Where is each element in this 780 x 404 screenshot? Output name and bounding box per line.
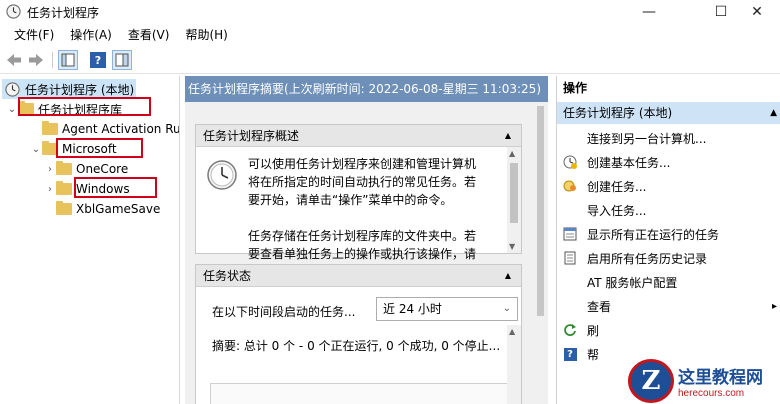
tree-item-xblgamesave[interactable]: XblGameSave xyxy=(44,199,160,219)
filter-label: 在以下时间段启动的任务... xyxy=(212,305,356,319)
collapse-icon[interactable]: ▲ xyxy=(501,129,515,143)
chevron-right-icon[interactable]: › xyxy=(44,164,56,175)
refresh-icon xyxy=(563,323,577,337)
chevron-right-icon[interactable]: › xyxy=(44,184,56,195)
tree-item-onecore[interactable]: › OneCore xyxy=(44,159,128,179)
action-view[interactable]: 查看 ▸ xyxy=(557,294,780,318)
highlight-box-windows xyxy=(74,177,157,198)
console-tree-icon[interactable] xyxy=(58,50,78,70)
status-scrollbar[interactable]: ▲ xyxy=(507,325,521,404)
toolbar-separator xyxy=(52,52,53,68)
forward-arrow-icon[interactable] xyxy=(26,50,46,70)
chevron-right-icon: ▸ xyxy=(771,300,777,312)
menu-view[interactable]: 查看(V) xyxy=(120,24,178,46)
window-title: 任务计划程序 xyxy=(27,6,100,20)
summary-pane: 任务计划程序摘要(上次刷新时间: 2022-06-08-星期三 11:03:25… xyxy=(185,76,548,404)
highlight-box-microsoft xyxy=(56,138,143,158)
clock-app-icon xyxy=(6,4,21,19)
action-refresh[interactable]: 刷 xyxy=(557,318,780,342)
overview-text: 可以使用任务计划程序来创建和管理计算机 将在所指定的时间自动执行的常见任务。若 … xyxy=(248,157,477,261)
overview-title[interactable]: 任务计划程序概述 ▲ xyxy=(196,125,521,147)
chevron-down-icon: ⌄ xyxy=(502,303,511,314)
tree-item-label: Agent Activation Runtime xyxy=(62,122,180,136)
watermark-url: herecours.com xyxy=(678,388,745,399)
folder-icon xyxy=(56,181,72,195)
folder-icon xyxy=(56,161,72,175)
scroll-thumb[interactable] xyxy=(537,106,544,316)
overview-scrollbar[interactable]: ▲ ▼ xyxy=(507,147,521,253)
actions-group-header[interactable]: 任务计划程序 (本地) ▲ xyxy=(557,102,780,124)
status-summary: 摘要: 总计 0 个 - 0 个正在运行, 0 个成功, 0 个停止... xyxy=(212,339,501,353)
toolbar: ? xyxy=(0,46,780,74)
action-pane-icon[interactable] xyxy=(112,50,132,70)
actions-title: 操作 xyxy=(557,76,780,100)
overview-section: 任务计划程序概述 ▲ 可以使用任务计划程序来创建和管理计算机 将在所指定的时间自… xyxy=(195,124,522,261)
action-connect[interactable]: 连接到另一台计算机... xyxy=(557,126,780,150)
title-bar: 任务计划程序 — ☐ ✕ xyxy=(0,0,780,24)
menu-bar: 文件(F) 操作(A) 查看(V) 帮助(H) xyxy=(0,24,780,46)
time-range-select[interactable]: 近 24 小时 ⌄ xyxy=(376,297,518,321)
close-button[interactable]: ✕ xyxy=(734,0,780,24)
watermark-name: 这里教程网 xyxy=(678,368,763,388)
summary-header: 任务计划程序摘要(上次刷新时间: 2022-06-08-星期三 11:03:25… xyxy=(185,76,548,102)
create-task-icon xyxy=(563,179,577,193)
action-enable-history[interactable]: 启用所有任务历史记录 xyxy=(557,246,780,270)
task-status-table xyxy=(210,383,510,404)
watermark-logo-icon: Z xyxy=(628,359,674,403)
folder-icon xyxy=(42,121,58,135)
task-status-section: 任务状态 ▲ 在以下时间段启动的任务... 近 24 小时 ⌄ 摘要: 总计 0… xyxy=(195,264,522,404)
back-arrow-icon[interactable] xyxy=(4,50,24,70)
collapse-icon[interactable]: ▲ xyxy=(501,269,515,283)
summary-scrollbar[interactable] xyxy=(533,102,548,404)
folder-icon xyxy=(56,201,72,215)
clock-icon xyxy=(5,81,20,97)
site-watermark: Z 这里教程网 herecours.com xyxy=(628,358,780,404)
console-tree: 任务计划程序 (本地) ⌄ 任务计划程序库 Agent Activation R… xyxy=(0,76,180,404)
menu-help[interactable]: 帮助(H) xyxy=(177,24,235,46)
help-icon[interactable]: ? xyxy=(88,50,108,70)
action-show-running[interactable]: 显示所有正在运行的任务 xyxy=(557,222,780,246)
action-at-service[interactable]: AT 服务帐户配置 xyxy=(557,270,780,294)
actions-pane: 操作 任务计划程序 (本地) ▲ 连接到另一台计算机... 创建基本任务... … xyxy=(556,76,780,404)
action-create-task[interactable]: 创建任务... xyxy=(557,174,780,198)
chevron-down-icon[interactable]: ⌄ xyxy=(6,104,18,115)
tree-item-label: XblGameSave xyxy=(76,202,161,216)
tree-item-agent[interactable]: Agent Activation Runtime xyxy=(30,119,180,139)
highlight-box-library xyxy=(18,97,151,116)
chevron-down-icon[interactable]: ⌄ xyxy=(30,144,42,155)
basic-task-icon xyxy=(563,155,577,169)
scroll-thumb[interactable] xyxy=(510,163,518,223)
task-status-title[interactable]: 任务状态 ▲ xyxy=(196,265,521,287)
tree-root[interactable]: 任务计划程序 (本地) xyxy=(2,79,136,99)
help-icon: ? xyxy=(563,347,577,361)
collapse-icon[interactable]: ▲ xyxy=(770,102,777,124)
minimize-button[interactable]: — xyxy=(626,0,672,24)
clock-icon xyxy=(207,160,237,190)
tree-root-label: 任务计划程序 (本地) xyxy=(25,82,135,97)
tree-item-label: OneCore xyxy=(76,162,129,176)
action-import-task[interactable]: 导入任务... xyxy=(557,198,780,222)
action-create-basic-task[interactable]: 创建基本任务... xyxy=(557,150,780,174)
history-icon xyxy=(563,251,577,265)
menu-action[interactable]: 操作(A) xyxy=(62,24,120,46)
running-tasks-icon xyxy=(563,227,577,241)
menu-file[interactable]: 文件(F) xyxy=(6,24,62,46)
